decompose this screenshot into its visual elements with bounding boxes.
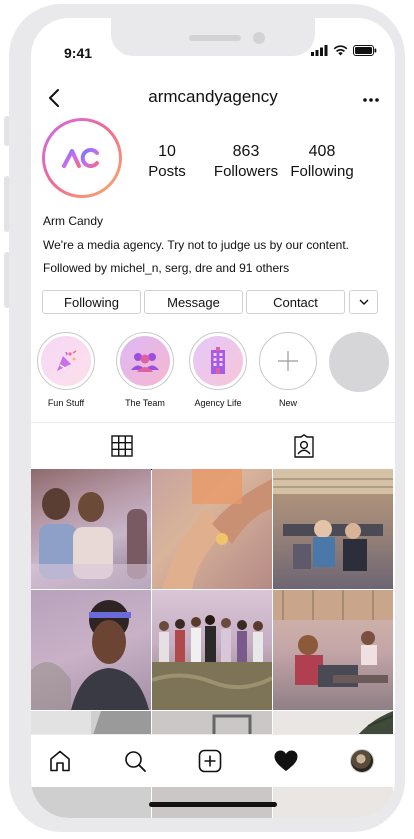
highlight-label: The Team xyxy=(125,398,165,408)
nav-activity[interactable] xyxy=(273,748,299,774)
post-thumbnail[interactable] xyxy=(273,469,393,589)
tab-grid[interactable] xyxy=(31,423,213,470)
chevron-down-icon xyxy=(359,299,368,305)
following-stat[interactable]: 408 Following xyxy=(287,143,357,180)
home-indicator xyxy=(149,802,277,807)
photo-image xyxy=(273,469,393,571)
message-button[interactable]: Message xyxy=(144,290,243,314)
highlight-ring xyxy=(189,332,247,390)
bottom-navigation xyxy=(31,734,395,787)
add-post-icon xyxy=(198,749,222,773)
highlight-fun-stuff[interactable]: Fun Stuff xyxy=(36,332,96,408)
posts-count: 10 xyxy=(158,143,176,160)
followers-count: 863 xyxy=(232,143,260,160)
nav-add-post[interactable] xyxy=(197,748,223,774)
profile-bio: We're a media agency. Try not to judge u… xyxy=(43,238,350,252)
suggestions-dropdown-button[interactable] xyxy=(349,290,378,314)
post-thumbnail[interactable] xyxy=(152,590,272,710)
post-thumbnail[interactable] xyxy=(31,469,151,589)
tab-tagged[interactable] xyxy=(213,423,395,469)
highlight-label: Agency Life xyxy=(194,398,242,408)
home-icon xyxy=(50,750,70,772)
grid-icon xyxy=(111,435,133,457)
highlight-agency-life[interactable]: Agency Life xyxy=(188,332,248,408)
contact-button[interactable]: Contact xyxy=(246,290,345,314)
profile-avatar xyxy=(350,749,374,773)
building-icon xyxy=(211,347,225,374)
post-thumbnail[interactable] xyxy=(31,590,151,710)
followers-label: Followers xyxy=(213,163,279,180)
group-icon xyxy=(131,353,159,372)
following-label: Following xyxy=(290,163,354,180)
highlight-ring xyxy=(116,332,174,390)
profile-header: armcandyagency xyxy=(31,84,395,114)
status-time: 9:41 xyxy=(64,45,93,61)
highlight-placeholder xyxy=(329,332,389,392)
highlight-the-team[interactable]: The Team xyxy=(115,332,175,408)
tagged-user-icon xyxy=(294,434,314,458)
profile-tabs xyxy=(31,422,395,470)
nav-home[interactable] xyxy=(47,748,73,774)
followers-stat[interactable]: 863 Followers xyxy=(210,143,282,180)
photo-image xyxy=(152,615,272,710)
search-icon xyxy=(125,751,146,772)
photo-image xyxy=(162,469,272,589)
highlight-new[interactable]: New xyxy=(258,332,318,408)
nav-search[interactable] xyxy=(122,748,148,774)
followed-by-text[interactable]: Followed by michel_n, serg, dre and 91 o… xyxy=(43,261,289,275)
signal-icon xyxy=(311,45,328,56)
photo-image xyxy=(273,590,393,687)
post-thumbnail[interactable] xyxy=(152,469,272,589)
profile-username: armcandyagency xyxy=(148,87,278,106)
highlight-cover xyxy=(120,336,170,386)
profile-display-name: Arm Candy xyxy=(43,214,104,228)
photo-image xyxy=(31,600,149,710)
photo-image xyxy=(31,488,151,589)
arm-candy-logo xyxy=(62,148,99,168)
avatar-inner xyxy=(45,121,119,195)
more-options-icon[interactable] xyxy=(363,97,379,103)
speaker xyxy=(189,35,241,41)
plus-icon xyxy=(278,351,298,371)
highlight-cover xyxy=(41,336,91,386)
phone-screen: 9:41 armcandyagency 10 Posts 863 Followe… xyxy=(31,18,395,818)
notch xyxy=(111,18,315,56)
highlight-ring xyxy=(259,332,317,390)
posts-stat[interactable]: 10 Posts xyxy=(141,143,193,180)
front-camera xyxy=(253,32,265,44)
wifi-icon xyxy=(333,45,348,56)
highlight-label: Fun Stuff xyxy=(47,398,85,408)
battery-icon xyxy=(353,45,377,56)
heart-icon xyxy=(274,750,298,771)
posts-label: Posts xyxy=(148,163,186,180)
post-thumbnail[interactable] xyxy=(273,590,393,710)
highlight-label: New xyxy=(278,398,297,408)
status-icons xyxy=(311,45,377,56)
nav-profile[interactable] xyxy=(349,748,375,774)
highlight-cover xyxy=(193,336,243,386)
highlight-ring xyxy=(37,332,95,390)
following-count: 408 xyxy=(308,143,336,160)
profile-avatar[interactable] xyxy=(42,118,122,198)
party-popper-icon xyxy=(57,350,77,371)
following-button[interactable]: Following xyxy=(42,290,141,314)
profile-action-buttons: Following Message Contact xyxy=(31,290,395,314)
